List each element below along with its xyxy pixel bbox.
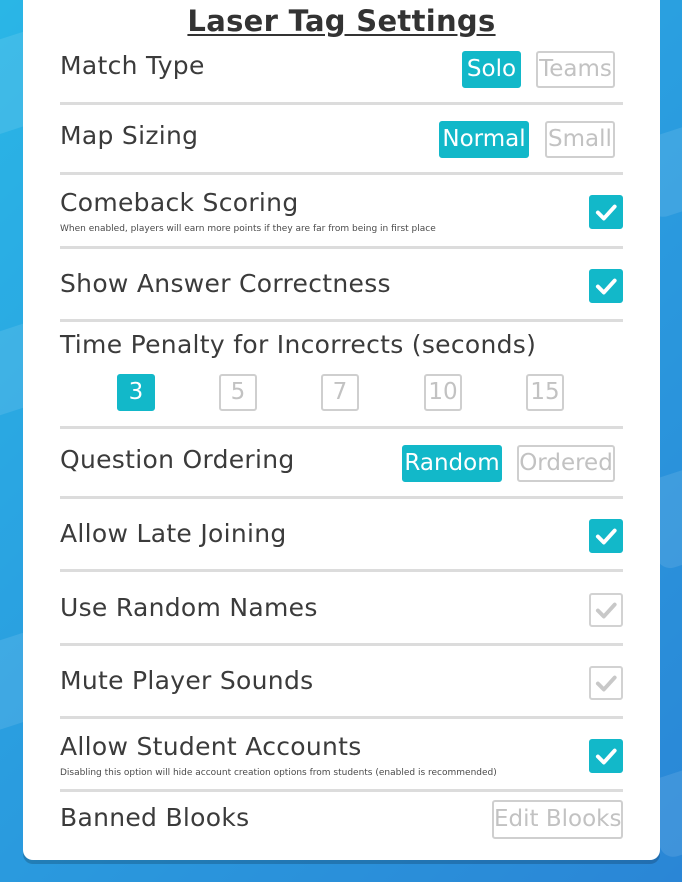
- option-penalty-5[interactable]: 5: [219, 374, 257, 411]
- setting-label: Time Penalty for Incorrects (seconds): [60, 330, 537, 359]
- checkmark-icon: [593, 597, 619, 623]
- setting-label: Map Sizing: [60, 121, 199, 150]
- setting-label: Comeback Scoring: [60, 188, 299, 217]
- setting-banned-blooks: Banned Blooks Edit Blooks: [60, 800, 623, 840]
- option-teams[interactable]: Teams: [536, 51, 615, 88]
- option-random[interactable]: Random: [402, 445, 502, 482]
- divider: [60, 246, 623, 249]
- setting-allow-late-joining: Allow Late Joining: [60, 518, 623, 558]
- option-normal[interactable]: Normal: [439, 121, 529, 158]
- divider: [60, 319, 623, 322]
- setting-label: Question Ordering: [60, 445, 295, 474]
- setting-label: Allow Student Accounts: [60, 732, 362, 761]
- divider: [60, 102, 623, 105]
- option-penalty-3[interactable]: 3: [117, 374, 155, 411]
- setting-description: Disabling this option will hide account …: [60, 768, 497, 778]
- setting-allow-student-accounts: Allow Student Accounts Disabling this op…: [60, 732, 623, 780]
- allow-late-joining-checkbox[interactable]: [589, 519, 623, 553]
- divider: [60, 716, 623, 719]
- setting-question-ordering: Question Ordering Random Ordered: [60, 444, 623, 484]
- setting-comeback-scoring: Comeback Scoring When enabled, players w…: [60, 188, 623, 236]
- checkmark-icon: [593, 199, 619, 225]
- use-random-names-checkbox[interactable]: [589, 593, 623, 627]
- option-penalty-15[interactable]: 15: [526, 374, 564, 411]
- comeback-scoring-checkbox[interactable]: [589, 195, 623, 229]
- divider: [60, 569, 623, 572]
- checkmark-icon: [593, 743, 619, 769]
- checkmark-icon: [593, 670, 619, 696]
- mute-player-sounds-checkbox[interactable]: [589, 666, 623, 700]
- setting-label: Banned Blooks: [60, 803, 250, 832]
- setting-match-type: Match Type Solo Teams: [60, 50, 623, 90]
- setting-map-sizing: Map Sizing Normal Small: [60, 120, 623, 160]
- divider: [60, 643, 623, 646]
- setting-mute-player-sounds: Mute Player Sounds: [60, 665, 623, 705]
- option-ordered[interactable]: Ordered: [517, 445, 615, 482]
- setting-use-random-names: Use Random Names: [60, 592, 623, 632]
- setting-label: Use Random Names: [60, 593, 318, 622]
- option-penalty-10[interactable]: 10: [424, 374, 462, 411]
- edit-blooks-button[interactable]: Edit Blooks: [492, 800, 623, 839]
- allow-student-accounts-checkbox[interactable]: [589, 739, 623, 773]
- setting-label: Mute Player Sounds: [60, 666, 314, 695]
- divider: [60, 172, 623, 175]
- show-answer-correctness-checkbox[interactable]: [589, 269, 623, 303]
- checkmark-icon: [593, 273, 619, 299]
- page-title: Laser Tag Settings: [187, 4, 496, 38]
- setting-label: Allow Late Joining: [60, 519, 287, 548]
- settings-panel: Laser Tag Settings Match Type Solo Teams…: [23, 0, 660, 860]
- setting-time-penalty: Time Penalty for Incorrects (seconds) 3 …: [60, 330, 623, 414]
- divider: [60, 789, 623, 792]
- setting-label: Show Answer Correctness: [60, 269, 391, 298]
- divider: [60, 426, 623, 429]
- divider: [60, 496, 623, 499]
- setting-show-answer-correctness: Show Answer Correctness: [60, 268, 623, 308]
- setting-label: Match Type: [60, 51, 205, 80]
- checkmark-icon: [593, 523, 619, 549]
- setting-description: When enabled, players will earn more poi…: [60, 224, 436, 234]
- option-small[interactable]: Small: [545, 121, 615, 158]
- option-penalty-7[interactable]: 7: [321, 374, 359, 411]
- option-solo[interactable]: Solo: [462, 51, 521, 88]
